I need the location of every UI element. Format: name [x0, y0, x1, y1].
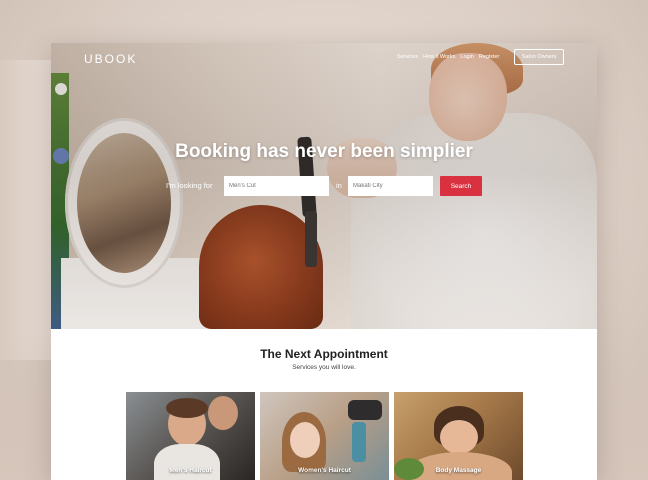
looking-for-label: I'm looking for — [166, 181, 213, 190]
salon-owners-button[interactable]: Salon Owners — [514, 49, 564, 65]
nav-item-services[interactable]: Services — [397, 54, 418, 64]
section-title: The Next Appointment — [260, 347, 388, 361]
brand-logo[interactable]: UBOOK — [84, 52, 137, 66]
nav-item-how-it-works[interactable]: How it Works — [423, 54, 455, 64]
card-label: Body Massage — [435, 467, 482, 474]
card-photo-figure — [348, 400, 382, 420]
card-photo-figure — [154, 444, 220, 480]
search-button[interactable]: Search — [440, 176, 482, 196]
card-photo-figure — [290, 422, 320, 458]
hero-section: UBOOK Services How it Works Login Regist… — [51, 43, 597, 329]
card-photo-figure — [352, 422, 366, 462]
city-search-input[interactable] — [348, 176, 433, 196]
backdrop-left — [0, 60, 52, 360]
card-photo-figure — [208, 396, 238, 430]
card-label: Men's Haircut — [169, 467, 212, 474]
card-label: Women's Haircut — [298, 467, 351, 474]
card-photo-figure — [440, 420, 478, 454]
card-photo-figure — [166, 398, 208, 418]
section-subtitle: Services you will love. — [292, 364, 356, 371]
service-card-body-massage[interactable]: Body Massage — [394, 392, 523, 480]
website-frame: UBOOK Services How it Works Login Regist… — [51, 43, 597, 480]
service-card-womens-haircut[interactable]: Women's Haircut — [260, 392, 389, 480]
hero-headline: Booking has never been simplier — [175, 141, 473, 162]
in-label: in — [336, 181, 342, 190]
top-nav: Services How it Works Login Register — [397, 54, 499, 64]
nav-item-login[interactable]: Login — [460, 54, 473, 64]
nav-item-register[interactable]: Register — [479, 54, 499, 64]
service-search-input[interactable] — [224, 176, 329, 196]
service-card-mens-haircut[interactable]: Men's Haircut — [126, 392, 255, 480]
